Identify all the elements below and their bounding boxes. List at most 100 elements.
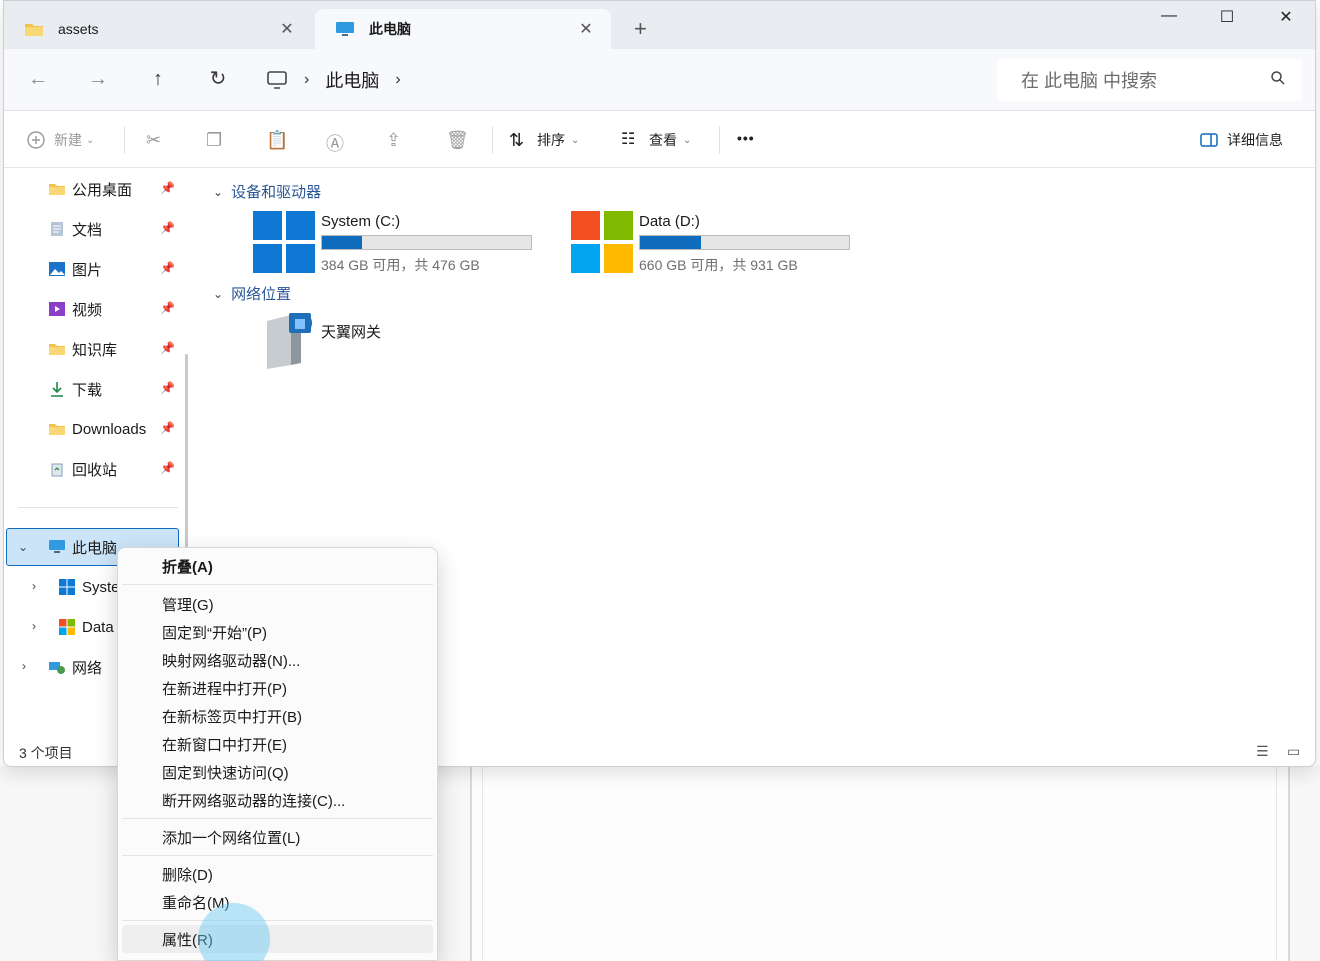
data-drive-icon xyxy=(59,619,75,635)
pin-icon[interactable]: 📌 xyxy=(160,461,175,475)
chevron-down-icon: ⌄ xyxy=(683,134,692,146)
menu-item-pin-to-start[interactable]: 固定到“开始”(P) xyxy=(122,618,433,646)
refresh-button[interactable]: ↻ xyxy=(204,67,232,91)
delete-button[interactable]: 🗑 xyxy=(446,130,469,151)
menu-item-label: 断开网络驱动器的连接(C)... xyxy=(162,792,346,810)
sidebar-item-downloads-cn[interactable]: 下载 📌 xyxy=(4,371,179,407)
sidebar-item-knowledge-base[interactable]: 知识库 📌 xyxy=(4,331,179,367)
pin-icon[interactable]: 📌 xyxy=(160,301,175,315)
rename-button[interactable]: Ⓐ xyxy=(326,130,344,156)
more-options-button[interactable]: ••• xyxy=(737,130,755,146)
network-location-name: 天翼网关 xyxy=(321,324,382,341)
close-window-button[interactable]: ✕ xyxy=(1266,7,1306,31)
drive-usage-fill xyxy=(322,236,362,249)
share-button[interactable]: ⇪ xyxy=(386,130,401,151)
sidebar-item-downloads[interactable]: Downloads 📌 xyxy=(4,411,179,447)
pin-icon[interactable]: 📌 xyxy=(160,341,175,355)
sidebar-item-label: 图片 xyxy=(72,261,103,279)
breadcrumb-item[interactable]: 此电脑 xyxy=(325,67,379,93)
sidebar-item-pictures[interactable]: 图片 📌 xyxy=(4,251,179,287)
menu-item-label: 删除(D) xyxy=(162,866,213,884)
pin-icon[interactable]: 📌 xyxy=(160,221,175,235)
menu-item-rename[interactable]: 重命名(M) xyxy=(122,888,433,916)
group-header-devices[interactable]: ⌄ 设备和驱动器 xyxy=(213,181,321,202)
menu-item-label: 添加一个网络位置(L) xyxy=(162,829,301,847)
sidebar-item-videos[interactable]: 视频 📌 xyxy=(4,291,179,327)
up-button[interactable]: ↑ xyxy=(144,67,172,91)
paste-button[interactable]: 📋 xyxy=(266,130,288,151)
drive-name: System (C:) xyxy=(321,213,401,230)
menu-item-manage[interactable]: 管理(G) xyxy=(122,590,433,618)
chevron-right-icon[interactable]: › xyxy=(32,619,36,633)
menu-item-open-new-process[interactable]: 在新进程中打开(P) xyxy=(122,674,433,702)
address-bar: ← → ↑ ↻ › 此电脑 › 在 此电脑 中搜索 xyxy=(4,49,1315,111)
menu-item-properties[interactable]: 属性(R) xyxy=(122,925,433,953)
menu-item-map-network-drive[interactable]: 映射网络驱动器(N)... xyxy=(122,646,433,674)
maximize-button[interactable]: ☐ xyxy=(1207,7,1247,31)
copy-icon: ❐ xyxy=(206,130,223,150)
menu-item-label: 在新窗口中打开(E) xyxy=(162,736,287,754)
tab-this-pc[interactable]: 此电脑 ✕ xyxy=(315,9,611,49)
chevron-right-icon[interactable]: › xyxy=(32,579,36,593)
menu-item-label: 固定到快速访问(Q) xyxy=(162,764,289,782)
rename-icon: Ⓐ xyxy=(326,134,344,154)
menu-item-disconnect-network-drive[interactable]: 断开网络驱动器的连接(C)... xyxy=(122,786,433,814)
tab-label: assets xyxy=(58,21,99,37)
pin-icon[interactable]: 📌 xyxy=(160,181,175,195)
menu-item-open-new-window[interactable]: 在新窗口中打开(E) xyxy=(122,730,433,758)
tiles-view-icon[interactable]: ▭ xyxy=(1287,743,1300,760)
menu-item-delete[interactable]: 删除(D) xyxy=(122,860,433,888)
divider xyxy=(124,126,125,154)
menu-item-pin-quick-access[interactable]: 固定到快速访问(Q) xyxy=(122,758,433,786)
folder-icon xyxy=(25,24,43,36)
pin-icon[interactable]: 📌 xyxy=(160,261,175,275)
forward-button[interactable]: → xyxy=(84,67,112,91)
chevron-right-icon[interactable]: › xyxy=(395,71,400,89)
tab-assets[interactable]: assets ✕ xyxy=(4,9,312,49)
drive-data[interactable]: Data (D:) 660 GB 可用，共 931 GB xyxy=(571,211,871,275)
chevron-down-icon[interactable]: ⌄ xyxy=(18,540,28,554)
new-tab-button[interactable]: + xyxy=(634,18,647,40)
sidebar-item-label: Downloads xyxy=(72,420,147,438)
menu-item-label: 折叠(A) xyxy=(162,558,213,576)
background-window xyxy=(470,766,1290,961)
menu-separator xyxy=(122,920,433,921)
chevron-down-icon: ⌄ xyxy=(571,134,580,146)
new-label: 新建 xyxy=(54,132,82,148)
menu-item-add-network-location[interactable]: 添加一个网络位置(L) xyxy=(122,823,433,851)
sidebar-item-recycle-bin[interactable]: 回收站 📌 xyxy=(4,451,179,487)
view-list-icon: ☷ xyxy=(621,131,636,148)
pin-icon[interactable]: 📌 xyxy=(160,381,175,395)
close-tab-icon[interactable]: ✕ xyxy=(278,19,296,39)
network-location-item[interactable]: 天翼网关 xyxy=(261,311,461,373)
chevron-right-icon[interactable]: › xyxy=(22,659,26,673)
new-button[interactable]: 新建 ⌄ xyxy=(26,130,94,150)
cut-button[interactable]: ✂ xyxy=(146,130,161,151)
sort-button[interactable]: ⇅ 排序 ⌄ xyxy=(509,130,579,150)
close-tab-icon[interactable]: ✕ xyxy=(577,19,595,39)
search-input[interactable]: 在 此电脑 中搜索 xyxy=(997,59,1302,101)
view-button[interactable]: ☷ 查看 ⌄ xyxy=(621,130,691,150)
details-pane-icon xyxy=(1200,133,1218,147)
drive-system[interactable]: System (C:) 384 GB 可用，共 476 GB xyxy=(253,211,553,275)
network-device-icon xyxy=(267,313,312,369)
sidebar-item-label: Syste xyxy=(82,578,120,596)
command-bar: 新建 ⌄ ✂ ❐ 📋 Ⓐ ⇪ 🗑 ⇅ 排序 ⌄ ☷ 查看 ⌄ ••• 详细信息 xyxy=(4,112,1315,168)
details-pane-button[interactable]: 详细信息 xyxy=(1199,130,1283,150)
menu-item-collapse[interactable]: 折叠(A) xyxy=(122,552,433,580)
context-menu: 折叠(A) 管理(G) 固定到“开始”(P) 映射网络驱动器(N)... 在新进… xyxy=(117,547,438,961)
breadcrumb[interactable]: › 此电脑 › xyxy=(266,59,986,101)
menu-separator xyxy=(122,584,433,585)
details-view-icon[interactable]: ☰ xyxy=(1256,743,1269,760)
sidebar-item-label: 下载 xyxy=(72,381,103,399)
group-header-network[interactable]: ⌄ 网络位置 xyxy=(213,283,291,304)
menu-item-open-new-tab[interactable]: 在新标签页中打开(B) xyxy=(122,702,433,730)
copy-button[interactable]: ❐ xyxy=(206,130,222,151)
sidebar-item-documents[interactable]: 文档 📌 xyxy=(4,211,179,247)
sidebar-item-label: 视频 xyxy=(72,301,103,319)
minimize-button[interactable]: — xyxy=(1149,7,1189,31)
pin-icon[interactable]: 📌 xyxy=(160,421,175,435)
back-button[interactable]: ← xyxy=(24,67,52,91)
monitor-icon xyxy=(336,22,354,36)
sidebar-item-public-desktop[interactable]: 公用桌面 📌 xyxy=(4,171,179,207)
